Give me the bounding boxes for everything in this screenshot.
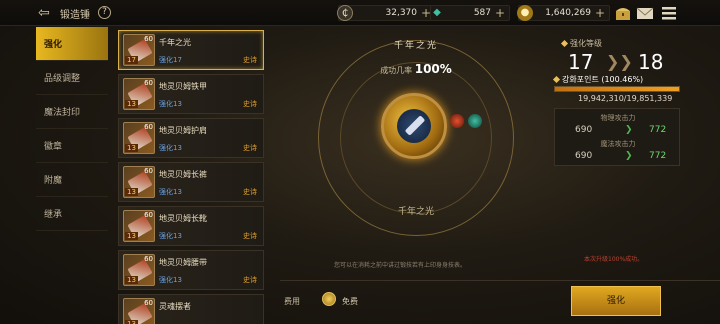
tab-label: 品级调整 (44, 74, 81, 84)
list-item[interactable]: 60 13 地灵贝姆长靴 强化13 史诗 (118, 206, 264, 246)
gold-coin-icon (322, 292, 336, 306)
item-name: 地灵贝姆护肩 (159, 126, 207, 135)
tab-enchant[interactable]: 附魔 (36, 163, 108, 197)
item-grade: 史诗 (243, 100, 257, 108)
gold-coin-icon: ● (517, 5, 533, 21)
tab-label: 强化 (44, 40, 63, 50)
arrow-right-icon: ❯ (625, 125, 633, 135)
green-gem-icon: ◆ (433, 7, 441, 18)
category-tabs: 强化 品级调整 魔法封印 徽章 附魔 继承 (36, 27, 108, 324)
level-label: 强化等级 (560, 38, 602, 49)
item-caption: 千年之光 (398, 207, 435, 217)
level-from: 17 (568, 50, 594, 74)
item-name: 地灵贝姆腰带 (159, 258, 207, 267)
red-gem-icon (450, 114, 464, 128)
stats-box: 物理攻击力 690 ❯ 772 魔法攻击力 690 ❯ 772 (554, 108, 680, 166)
info-note: 您可以在消耗之前中讲过锻技若有上印身身技表。 (334, 262, 467, 269)
screen: ⇦ 锻造锤 ? ₵ 32,370 + ◆ 587 + ● 1,640,269 + (0, 0, 720, 324)
item-icon: 60 13 (123, 210, 155, 242)
success-label: 成功几率 (380, 66, 413, 75)
tab-badge[interactable]: 徽章 (36, 129, 108, 163)
item-enhance: 强化13 (159, 188, 182, 196)
currency-value: 587 (473, 8, 491, 18)
equipment-list: 60 17 千年之光 强化17 史诗 60 13 地灵贝姆铁甲 强化13 史诗 60… (118, 28, 266, 324)
stat-to: 772 (649, 125, 667, 135)
stat-label: 物理攻击力 (600, 114, 636, 122)
points-progress-bar (554, 86, 680, 92)
item-grade: 史诗 (243, 144, 257, 152)
level-to: 18 (638, 50, 664, 74)
item-icon: 60 13 (123, 254, 155, 286)
tab-label: 徽章 (44, 142, 63, 152)
currency-value: 32,370 (385, 8, 418, 18)
mail-icon[interactable] (636, 5, 654, 21)
back-arrow-icon[interactable]: ⇦ (38, 5, 56, 21)
item-name: 地灵贝姆铁甲 (159, 82, 207, 91)
item-name: 千年之光 (159, 38, 191, 47)
list-item[interactable]: 60 13 地灵贝姆护肩 强化13 史诗 (118, 118, 264, 158)
item-name: 地灵贝姆长靴 (159, 214, 207, 223)
list-item[interactable]: 60 13 地灵贝姆铁甲 强化13 史诗 (118, 74, 264, 114)
item-enhance: 强化13 (159, 232, 182, 240)
item-icon: 60 13 (123, 78, 155, 110)
divider (280, 280, 720, 281)
item-grade: 史诗 (243, 276, 257, 284)
stat-from: 690 (575, 151, 593, 161)
points-label: 강화포인트 (100.46%) (552, 74, 643, 85)
selected-item-name: 千年之光 (393, 41, 438, 51)
list-item[interactable]: 60 13 地灵贝姆长裤 强化13 史诗 (118, 162, 264, 202)
stat-label: 魔法攻击力 (600, 140, 636, 148)
item-grade: 史诗 (243, 188, 257, 196)
selected-item-orb-icon (381, 93, 447, 159)
tab-label: 魔法封印 (44, 108, 81, 118)
help-button[interactable]: ? (98, 6, 111, 19)
list-item[interactable]: 60 13 地灵贝姆腰带 强化13 史诗 (118, 250, 264, 290)
item-icon: 60 13 (123, 298, 155, 324)
tab-inherit[interactable]: 继承 (36, 197, 108, 231)
menu-icon[interactable] (660, 5, 678, 21)
item-grade: 史诗 (243, 56, 257, 64)
item-icon: 60 13 (123, 122, 155, 154)
green-gem-icon (468, 114, 482, 128)
currency-gem: ◆ 587 + (430, 5, 510, 21)
tab-label: 附魔 (44, 176, 63, 186)
enhance-info-panel: 强化等级 17 ❯❯ 18 강화포인트 (100.46%) 19,942,310… (548, 28, 680, 266)
add-currency-button[interactable]: + (495, 6, 505, 20)
item-name: 地灵贝姆长裤 (159, 170, 207, 179)
stat-from: 690 (575, 125, 593, 135)
points-value: 19,942,310/19,851,339 (578, 94, 673, 103)
item-enhance: 强化13 (159, 276, 182, 284)
item-icon: 60 13 (123, 166, 155, 198)
stat-to: 772 (649, 151, 667, 161)
treasure-chest-icon[interactable] (614, 5, 632, 21)
tab-magic-seal[interactable]: 魔法封印 (36, 95, 108, 129)
currency-value: 1,640,269 (545, 8, 591, 18)
currency-c: ₵ 32,370 + (337, 5, 436, 21)
list-item[interactable]: 60 13 灵魂摆者 (118, 294, 264, 324)
item-icon: 60 17 (123, 34, 155, 66)
tab-grade-adjust[interactable]: 品级调整 (36, 61, 108, 95)
item-enhance: 强化13 (159, 100, 182, 108)
fee-label: 费用 (284, 297, 300, 306)
item-enhance: 强化17 (159, 56, 182, 64)
top-bar: ⇦ 锻造锤 ? ₵ 32,370 + ◆ 587 + ● 1,640,269 + (0, 0, 720, 26)
list-item[interactable]: 60 17 千年之光 强化17 史诗 (118, 30, 264, 70)
success-value: 100% (414, 62, 452, 76)
item-name: 灵魂摆者 (159, 302, 191, 311)
item-grade: 史诗 (243, 232, 257, 240)
tab-enhance[interactable]: 强化 (36, 27, 108, 61)
fee-value: 免费 (342, 297, 358, 306)
success-rate: 成功几率 100% (366, 62, 466, 76)
add-currency-button[interactable]: + (595, 6, 605, 20)
enhance-button[interactable]: 强化 (571, 286, 661, 316)
currency-gold: ● 1,640,269 + (517, 5, 610, 21)
tab-label: 继承 (44, 210, 63, 220)
success-note: 本次升级100%成功。 (584, 256, 644, 263)
item-enhance: 强化13 (159, 144, 182, 152)
double-chevron-icon: ❯❯ (606, 52, 633, 71)
arrow-right-icon: ❯ (625, 151, 633, 161)
page-title: 锻造锤 (60, 10, 90, 21)
c-coin-icon: ₵ (337, 5, 353, 21)
